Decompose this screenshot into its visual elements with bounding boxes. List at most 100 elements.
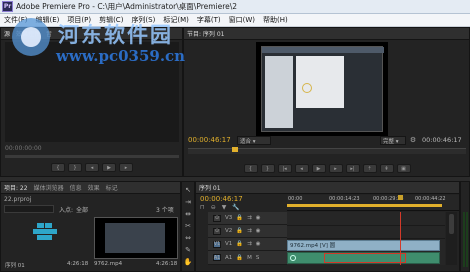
clip-name: 9762.mp4 xyxy=(94,261,123,267)
lock-icon[interactable]: 🔒 xyxy=(236,215,243,221)
sync-icon[interactable]: ⇉ xyxy=(247,228,252,234)
tab-project[interactable]: 项目: 22 xyxy=(1,183,31,192)
playhead-line[interactable] xyxy=(400,212,401,265)
tab-effect-controls[interactable]: 效果控件 xyxy=(13,29,43,38)
menu-bar: 文件(F) 编辑(E) 项目(P) 剪辑(C) 序列(S) 标记(M) 字幕(T… xyxy=(0,14,470,27)
mark-out-button[interactable]: } xyxy=(68,163,82,172)
project-item-sequence[interactable]: 序列 01 4:26:18 xyxy=(5,217,88,269)
razor-tool-icon[interactable]: ✂ xyxy=(183,221,193,231)
sequence-icon-block-2 xyxy=(45,223,52,228)
tab-sequence[interactable]: 序列 01 xyxy=(196,183,224,192)
meter-left xyxy=(463,212,465,267)
entry-dropdown[interactable]: 全部 xyxy=(76,205,88,214)
source-scrubber[interactable] xyxy=(5,155,179,158)
ripple-edit-tool-icon[interactable]: ⇹ xyxy=(183,209,193,219)
step-back-button[interactable]: ◂ xyxy=(85,163,99,172)
track-target-v3[interactable]: ⊙ xyxy=(213,214,221,222)
audio-selection-highlight xyxy=(324,253,406,263)
add-marker-icon[interactable]: ▼ xyxy=(222,204,227,211)
step-forward-button[interactable]: ▸ xyxy=(119,163,133,172)
sync-icon[interactable]: ⇉ xyxy=(247,241,252,247)
preview-frame xyxy=(261,46,384,132)
go-to-out-button[interactable]: ▸| xyxy=(345,164,360,173)
sequence-thumbnail xyxy=(5,217,87,259)
timeline-scrollbar[interactable] xyxy=(446,212,457,265)
lock-icon[interactable]: 🔒 xyxy=(236,228,243,234)
wrench-icon[interactable]: ⚙ xyxy=(408,135,418,145)
video-clip[interactable]: 9762.mp4 [V] 圆 xyxy=(287,240,440,251)
snap-icon[interactable]: ⊓ xyxy=(200,204,205,211)
tab-effects[interactable]: 效果 xyxy=(85,183,103,192)
time-ruler[interactable]: 00:00 00:00:14:23 00:00:29:23 00:00:44:2… xyxy=(287,195,459,211)
tab-source[interactable]: 源 xyxy=(1,29,13,38)
track-target-v2[interactable]: ⊙ xyxy=(213,227,221,235)
tab-audio[interactable]: 音 xyxy=(43,29,55,38)
program-play-button[interactable]: ▶ xyxy=(311,164,326,173)
sequence-icon-block-3 xyxy=(33,229,57,234)
source-panel: 源 效果控件 音 00:00:00:00 { } ◂ ▶ ▸ xyxy=(0,27,183,177)
preview-dialog xyxy=(296,56,344,108)
eye-icon[interactable]: ◉ xyxy=(256,228,261,234)
lock-icon[interactable]: 🔒 xyxy=(236,241,243,247)
source-transport: { } ◂ ▶ ▸ xyxy=(5,162,179,173)
hand-tool-icon[interactable]: ✋ xyxy=(183,257,193,267)
program-viewer[interactable] xyxy=(256,42,388,136)
slip-tool-icon[interactable]: ⇔ xyxy=(183,233,193,243)
track-header-v1: V1 V1 🔒 ⇉ ◉ xyxy=(208,238,287,251)
track-target-a1[interactable]: A1 xyxy=(213,254,221,261)
menu-window[interactable]: 窗口(W) xyxy=(225,15,259,25)
menu-title[interactable]: 字幕(T) xyxy=(193,15,225,25)
menu-clip[interactable]: 剪辑(C) xyxy=(95,15,127,25)
preview-window-bar xyxy=(262,47,384,53)
playhead-marker-icon[interactable] xyxy=(232,147,238,152)
source-viewer[interactable] xyxy=(5,42,179,142)
menu-help[interactable]: 帮助(H) xyxy=(259,15,292,25)
menu-marker[interactable]: 标记(M) xyxy=(159,15,193,25)
timeline-timecode: 00:00:46:17 xyxy=(200,195,243,203)
audio-clip[interactable] xyxy=(287,252,440,264)
pen-tool-icon[interactable]: ✎ xyxy=(183,245,193,255)
premiere-logo-icon: Pr xyxy=(2,1,13,12)
menu-sequence[interactable]: 序列(S) xyxy=(127,15,159,25)
solo-icon[interactable]: S xyxy=(256,255,260,261)
program-transport: { } |◂ ◂ ▶ ▸ ▸| ⇡ ⇞ ▣ xyxy=(188,163,466,174)
fit-dropdown[interactable]: 适合 ▾ xyxy=(237,136,271,145)
timeline-settings-icon[interactable]: 🔧 xyxy=(232,204,239,211)
tab-info[interactable]: 信息 xyxy=(67,183,85,192)
linked-selection-icon[interactable]: ⊖ xyxy=(211,204,216,211)
tab-media-browser[interactable]: 媒体浏览器 xyxy=(31,183,67,192)
scrollbar-thumb[interactable] xyxy=(449,214,454,234)
track-target-v1[interactable]: V1 xyxy=(213,240,221,248)
program-step-back-button[interactable]: ◂ xyxy=(294,164,309,173)
play-button[interactable]: ▶ xyxy=(102,163,116,172)
program-mark-out-button[interactable]: } xyxy=(260,164,275,173)
project-item-clip[interactable]: 9762.mp4 4:26:18 xyxy=(94,217,178,267)
tab-program[interactable]: 节目: 序列 01 xyxy=(184,29,227,38)
export-frame-button[interactable]: ▣ xyxy=(396,164,411,173)
track-select-tool-icon[interactable]: ⇥ xyxy=(183,197,193,207)
eye-icon[interactable]: ◉ xyxy=(256,215,261,221)
mark-in-button[interactable]: { xyxy=(51,163,65,172)
selection-tool-icon[interactable]: ↖ xyxy=(183,185,193,195)
mute-icon[interactable]: M xyxy=(247,255,252,261)
program-scrubber[interactable] xyxy=(188,147,466,154)
extract-button[interactable]: ⇞ xyxy=(379,164,394,173)
audio-meter xyxy=(460,181,470,272)
project-search-input[interactable] xyxy=(4,205,54,213)
ruler-playhead-icon[interactable] xyxy=(398,195,403,200)
menu-file[interactable]: 文件(F) xyxy=(0,15,32,25)
program-mark-in-button[interactable]: { xyxy=(243,164,258,173)
sync-icon[interactable]: ⇉ xyxy=(247,215,252,221)
lift-button[interactable]: ⇡ xyxy=(362,164,377,173)
resolution-dropdown[interactable]: 完整 ▾ xyxy=(380,136,406,145)
program-step-forward-button[interactable]: ▸ xyxy=(328,164,343,173)
eye-icon[interactable]: ◉ xyxy=(256,241,261,247)
item-count: 3 个项 xyxy=(156,207,174,214)
work-area-bar[interactable] xyxy=(287,204,442,207)
lock-icon[interactable]: 🔒 xyxy=(236,255,243,261)
tab-markers[interactable]: 标记 xyxy=(103,183,121,192)
menu-project[interactable]: 项目(P) xyxy=(63,15,95,25)
menu-edit[interactable]: 编辑(E) xyxy=(32,15,64,25)
clip-thumbnail-frame xyxy=(105,223,165,253)
go-to-in-button[interactable]: |◂ xyxy=(277,164,292,173)
